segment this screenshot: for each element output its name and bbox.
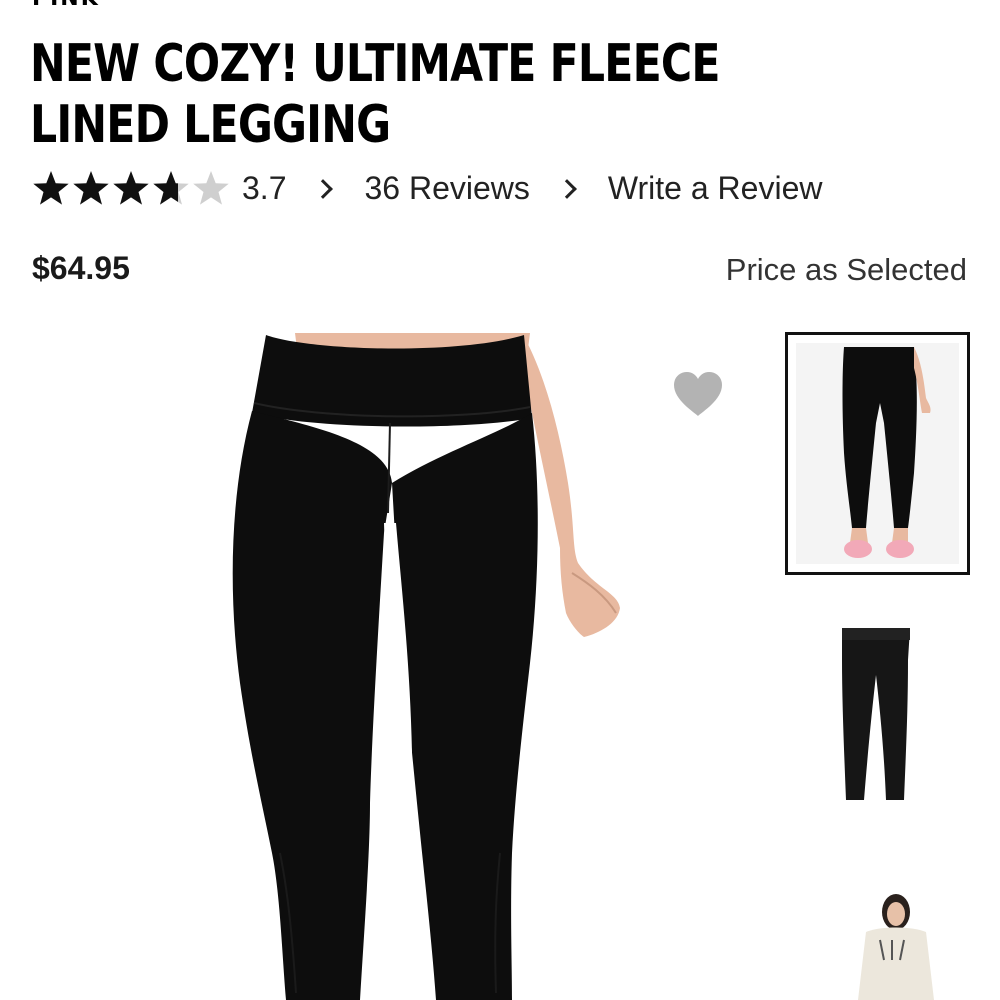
- star-rating: [32, 169, 232, 207]
- rating-value: 3.7: [242, 169, 287, 206]
- star-icon: [192, 169, 230, 207]
- reviews-link[interactable]: 36 Reviews: [364, 170, 529, 207]
- chevron-right-icon: [313, 179, 334, 199]
- product-price: $64.95: [32, 250, 130, 286]
- thumbnail-legging-flat: [842, 628, 910, 800]
- thumbnail-flat-lay[interactable]: [800, 600, 960, 830]
- heart-icon: [674, 372, 722, 416]
- brand-label: PINK: [32, 0, 100, 11]
- thumbnail-legging-model: [842, 347, 931, 558]
- thumbnail-image: [796, 343, 959, 564]
- product-page: PINK NEW COZY! ULTIMATE FLEECE LINED LEG…: [0, 0, 1000, 1000]
- thumbnail-model-front[interactable]: [785, 332, 970, 575]
- rating-row: 3.7 36 Reviews Write a Review: [32, 166, 822, 210]
- star-icon: [152, 169, 190, 207]
- product-main-image[interactable]: [200, 333, 650, 1000]
- star-icon: [112, 169, 150, 207]
- write-review-link[interactable]: Write a Review: [608, 170, 823, 207]
- star-icon: [32, 169, 70, 207]
- chevron-right-icon: [556, 179, 577, 199]
- favorite-heart-icon[interactable]: [672, 370, 724, 418]
- price-note: Price as Selected: [725, 252, 967, 287]
- product-title: NEW COZY! ULTIMATE FLEECE LINED LEGGING: [30, 34, 720, 155]
- thumbnail-sweatshirt-model: [858, 894, 934, 1000]
- thumbnail-model-sweatshirt[interactable]: [800, 870, 960, 1000]
- star-icon: [72, 169, 110, 207]
- legging-model-illustration: [232, 333, 620, 1000]
